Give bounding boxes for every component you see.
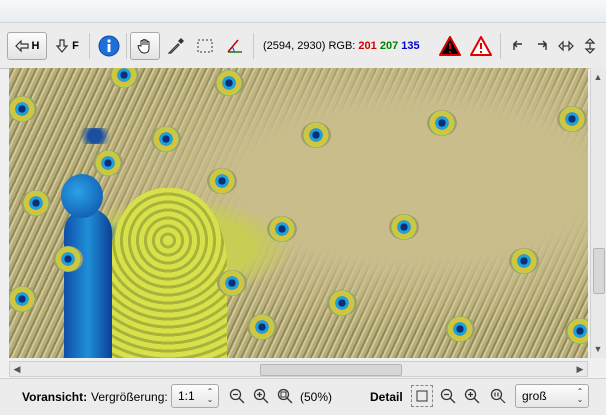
hand-pan-icon [137, 39, 150, 54]
vertical-scroll-thumb[interactable] [593, 248, 605, 294]
rgb-label: RGB: [328, 40, 356, 52]
toolbar: H F (2594, 2930) RGB: 201 207 135 [0, 23, 606, 69]
zoom-percent: (50%) [300, 390, 333, 404]
feather-eye [247, 314, 277, 340]
feather-eye [389, 214, 419, 240]
zoom-label: Vergrößerung: [91, 390, 168, 404]
scroll-down-arrow-icon[interactable]: ▼ [591, 342, 605, 356]
feather-eye [557, 106, 587, 132]
zoom-fit-button[interactable] [274, 385, 296, 407]
arrow-left-icon [14, 39, 29, 53]
detail-size-value: groß [522, 389, 547, 403]
rgb-blue-value: 135 [401, 40, 420, 52]
eyedropper-icon [167, 38, 184, 54]
separator [253, 33, 254, 59]
scroll-up-arrow-icon[interactable]: ▲ [591, 70, 605, 84]
peacock-neck [64, 208, 112, 358]
scroll-left-arrow-icon[interactable]: ◀ [10, 362, 24, 376]
peacock-crest [75, 128, 115, 144]
rotate-right-button[interactable] [531, 35, 553, 57]
detail-size-select[interactable]: groß ⌃ ⌄ [515, 384, 589, 408]
angle-tool-icon [227, 39, 242, 53]
selection-tool-button[interactable] [192, 32, 218, 60]
peacock-chest-feathers [109, 188, 227, 358]
flip-vertical-icon [584, 38, 596, 54]
frame-icon [416, 390, 428, 402]
zoom-out-icon [229, 388, 245, 404]
rgb-green-value: 207 [379, 40, 399, 52]
spinner-arrows-icon: ⌃ ⌄ [576, 387, 584, 404]
forward-label: F [72, 40, 79, 52]
highlight-clipping-warning-button[interactable] [467, 32, 495, 60]
feather-eye [21, 190, 51, 216]
preview-controls-bar: Voransicht: Vergrößerung: 1:1 ⌃ ⌄ (50%) D… [0, 378, 606, 415]
flip-horizontal-icon [558, 40, 574, 52]
separator [89, 33, 90, 59]
separator [126, 33, 127, 59]
feather-eye [327, 290, 357, 316]
back-label: H [31, 40, 40, 52]
horizontal-scroll-thumb[interactable] [260, 364, 402, 376]
feather-eye [427, 110, 457, 136]
feather-eye [93, 150, 123, 176]
feather-eye [9, 286, 37, 312]
spinner-arrows-icon: ⌃ ⌄ [206, 387, 214, 404]
scroll-right-arrow-icon[interactable]: ▶ [573, 362, 587, 376]
feather-eye [509, 248, 539, 274]
feather-eye [217, 270, 247, 296]
warning-highlight-icon [470, 36, 492, 56]
feather-eye [9, 96, 37, 122]
feather-eye [53, 246, 83, 272]
zoom-fit-icon [277, 388, 293, 404]
feather-eye [109, 68, 139, 88]
vertical-scrollbar[interactable]: ▲ ▼ [590, 68, 606, 358]
detail-zoom-in-button[interactable] [461, 385, 483, 407]
angle-tool-button[interactable] [222, 32, 248, 60]
forward-button[interactable]: F [50, 32, 84, 60]
info-icon [98, 35, 120, 57]
back-button[interactable]: H [7, 32, 47, 60]
zoom-ratio-select[interactable]: 1:1 ⌃ ⌄ [171, 384, 219, 408]
feather-eye [267, 216, 297, 242]
shadow-clipping-warning-button[interactable] [436, 32, 464, 60]
separator [500, 33, 501, 59]
image-preview-canvas[interactable] [9, 68, 588, 358]
preview-label: Voransicht: [22, 390, 88, 404]
detail-frame-toggle[interactable] [411, 385, 433, 407]
feather-eye [151, 126, 181, 152]
info-button[interactable] [95, 32, 123, 60]
zoom-in-icon [253, 388, 269, 404]
pixel-readout: (2594, 2930) RGB: 201 207 135 [263, 40, 420, 52]
rotate-left-icon [513, 40, 522, 50]
feather-eye [207, 168, 237, 194]
peacock-head [61, 174, 103, 218]
zoom-actual-size-icon [490, 388, 506, 404]
eyedropper-tool-button[interactable] [163, 32, 189, 60]
zoom-ratio-value: 1:1 [178, 389, 195, 403]
zoom-out-button[interactable] [226, 385, 248, 407]
detail-label: Detail [370, 390, 403, 404]
detail-zoom-out-button[interactable] [437, 385, 459, 407]
rgb-red-value: 201 [358, 40, 377, 52]
flip-horizontal-button[interactable] [555, 35, 577, 57]
selection-rect-icon [197, 39, 213, 53]
flip-vertical-button[interactable] [579, 35, 601, 57]
horizontal-scrollbar[interactable]: ◀ ▶ [9, 361, 588, 377]
rotate-right-icon [538, 40, 547, 50]
feather-eye [301, 122, 331, 148]
warning-shadow-icon [439, 36, 461, 56]
feather-eye [214, 70, 244, 96]
feather-eye [445, 316, 475, 342]
detail-zoom-100-button[interactable] [487, 385, 509, 407]
rotate-left-button[interactable] [507, 35, 529, 57]
zoom-out-icon [440, 388, 456, 404]
zoom-in-button[interactable] [250, 385, 272, 407]
window-top-strip [0, 0, 606, 23]
feather-eye [565, 318, 588, 344]
zoom-in-icon [464, 388, 480, 404]
pan-tool-button[interactable] [130, 32, 160, 60]
coordinates: (2594, 2930) [263, 40, 326, 52]
arrow-down-icon [55, 39, 69, 53]
